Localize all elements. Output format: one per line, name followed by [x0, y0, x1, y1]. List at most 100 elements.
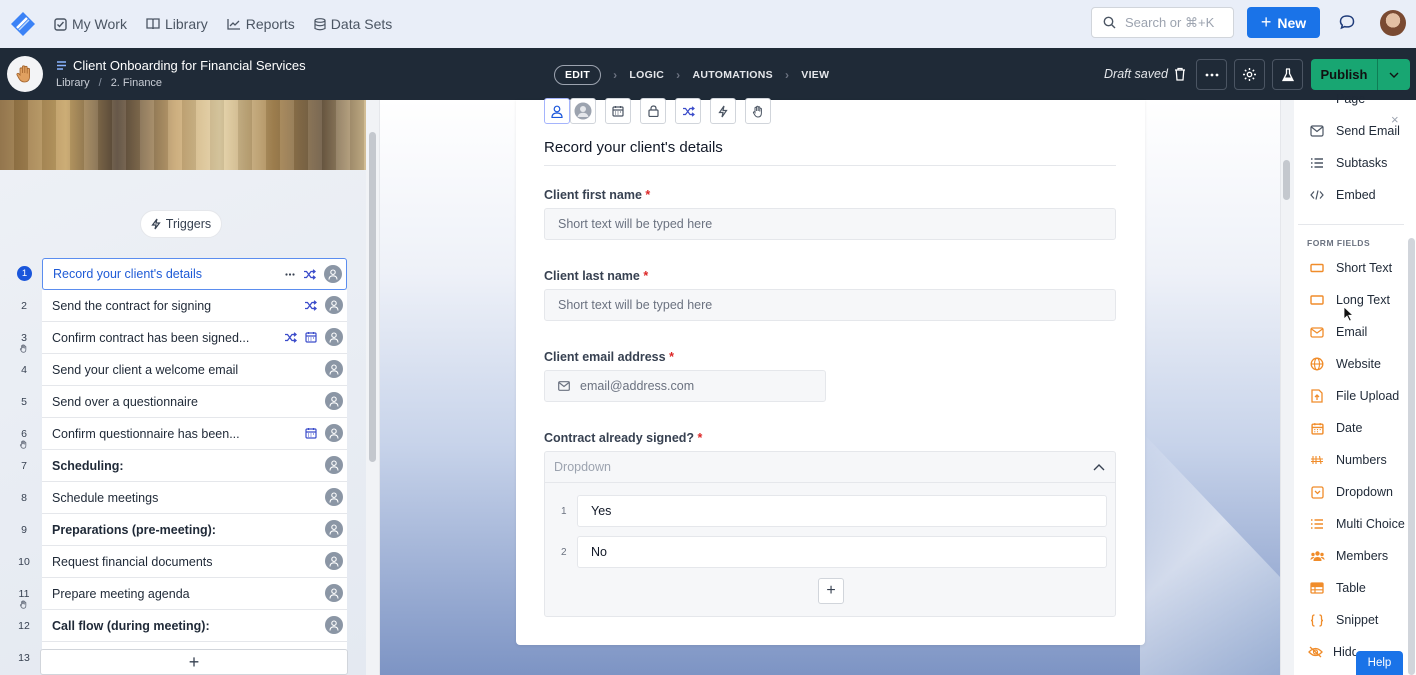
assignee-avatar[interactable]	[325, 584, 343, 602]
add-task-button[interactable]: +	[40, 649, 348, 675]
assignee-avatar[interactable]	[325, 552, 343, 570]
settings-button[interactable]	[1234, 59, 1265, 90]
task-row[interactable]: 5 Send over a questionnaire	[0, 386, 366, 418]
task-card[interactable]: Record your client's details	[42, 258, 347, 290]
task-row[interactable]: 2 Send the contract for signing	[0, 290, 366, 322]
task-row[interactable]: 7 Scheduling:	[0, 450, 366, 482]
search-input[interactable]: Search or ⌘+K	[1091, 7, 1234, 38]
first-name-input[interactable]: Short text will be typed here	[544, 208, 1116, 240]
task-card[interactable]: Scheduling:	[42, 450, 347, 482]
publish-button[interactable]: Publish	[1311, 59, 1410, 90]
field-label-contract[interactable]: Contract already signed? *	[544, 431, 702, 445]
task-row[interactable]: 10 Request financial documents	[0, 546, 366, 578]
widget-hidden[interactable]: Hidden	[1308, 643, 1356, 661]
field-label-first-name[interactable]: Client first name *	[544, 188, 650, 202]
widget-snippet[interactable]: Snippet	[1308, 611, 1378, 629]
task-card[interactable]: Call flow (during meeting):	[42, 610, 347, 642]
more-options-button[interactable]	[1196, 59, 1227, 90]
stop-task-button[interactable]	[745, 98, 771, 124]
breadcrumb-library[interactable]: Library	[56, 77, 90, 89]
assignee-avatar[interactable]	[325, 296, 343, 314]
assignee-avatar-button[interactable]	[570, 98, 596, 124]
widget-members[interactable]: Members	[1308, 547, 1388, 565]
app-logo-icon[interactable]	[10, 11, 36, 37]
assignee-avatar[interactable]	[325, 456, 343, 474]
due-date-button[interactable]	[605, 98, 631, 124]
option-input-yes[interactable]: Yes	[577, 495, 1107, 527]
widget-panel-scrollbar[interactable]	[1408, 238, 1415, 675]
tab-view[interactable]: VIEW	[801, 69, 829, 81]
new-button[interactable]: + New	[1247, 7, 1320, 38]
task-card[interactable]: Request financial documents	[42, 546, 347, 578]
email-input[interactable]: email@address.com	[544, 370, 826, 402]
tab-automations[interactable]: AUTOMATIONS	[692, 69, 773, 81]
left-scrollbar[interactable]	[369, 132, 376, 462]
chat-icon[interactable]	[1338, 13, 1356, 36]
task-row[interactable]: 9 Preparations (pre-meeting):	[0, 514, 366, 546]
breadcrumb-folder[interactable]: 2. Finance	[111, 77, 162, 89]
assignee-avatar[interactable]	[325, 424, 343, 442]
widget-subtasks[interactable]: Subtasks	[1308, 154, 1387, 172]
task-row[interactable]: 4 Send your client a welcome email	[0, 354, 366, 386]
widget-date[interactable]: Date	[1308, 419, 1362, 437]
canvas-scrollbar[interactable]	[1283, 160, 1290, 200]
conditional-logic-button[interactable]	[675, 98, 701, 124]
task-row[interactable]: 3 Confirm contract has been signed...	[0, 322, 366, 354]
publish-dropdown-button[interactable]	[1377, 59, 1410, 90]
widget-numbers[interactable]: Numbers	[1308, 451, 1387, 469]
automations-button[interactable]	[710, 98, 736, 124]
assignee-avatar[interactable]	[325, 328, 343, 346]
widget-website[interactable]: Website	[1308, 355, 1381, 373]
triggers-button[interactable]: Triggers	[140, 210, 222, 238]
dropdown-header[interactable]: Dropdown	[545, 452, 1115, 483]
widget-email[interactable]: Email	[1308, 323, 1367, 341]
task-row[interactable]: 6 Confirm questionnaire has been...	[0, 418, 366, 450]
task-card[interactable]: Send over a questionnaire	[42, 386, 347, 418]
nav-reports[interactable]: Reports	[227, 16, 295, 32]
assignee-avatar[interactable]	[324, 265, 342, 283]
ellipsis-icon[interactable]	[285, 272, 295, 276]
assignee-avatar[interactable]	[325, 520, 343, 538]
field-label-email[interactable]: Client email address *	[544, 350, 674, 364]
nav-data-sets[interactable]: Data Sets	[314, 16, 392, 32]
widget-send-email[interactable]: Send Email	[1308, 122, 1400, 140]
widget-embed[interactable]: Embed	[1308, 186, 1376, 204]
workflow-avatar[interactable]	[7, 56, 43, 92]
nav-library[interactable]: Library	[146, 16, 208, 32]
task-card[interactable]: Confirm questionnaire has been...	[42, 418, 347, 450]
widget-multi-choice[interactable]: Multi Choice	[1308, 515, 1405, 533]
assignee-avatar[interactable]	[325, 488, 343, 506]
field-label-last-name[interactable]: Client last name *	[544, 269, 648, 283]
assign-button[interactable]	[544, 98, 570, 124]
task-card[interactable]: Send the contract for signing	[42, 290, 347, 322]
task-card[interactable]: Send your client a welcome email	[42, 354, 347, 386]
task-card[interactable]: Confirm contract has been signed...	[42, 322, 347, 354]
add-option-button[interactable]: +	[818, 578, 844, 604]
permissions-button[interactable]	[640, 98, 666, 124]
task-row[interactable]: 11 Prepare meeting agenda	[0, 578, 366, 610]
widget-table[interactable]: Table	[1308, 579, 1366, 597]
widget-short-text[interactable]: Short Text	[1308, 259, 1392, 277]
tab-edit[interactable]: EDIT	[554, 65, 602, 85]
task-card[interactable]: Prepare meeting agenda	[42, 578, 347, 610]
widget-page[interactable]: Page	[1308, 92, 1365, 106]
tab-logic[interactable]: LOGIC	[629, 69, 664, 81]
trash-icon[interactable]	[1174, 67, 1186, 86]
task-row[interactable]: 8 Schedule meetings	[0, 482, 366, 514]
user-avatar[interactable]	[1380, 10, 1406, 36]
widget-dropdown[interactable]: Dropdown	[1308, 483, 1393, 501]
chevron-up-icon[interactable]	[1093, 463, 1105, 471]
assignee-avatar[interactable]	[325, 392, 343, 410]
task-card[interactable]: Preparations (pre-meeting):	[42, 514, 347, 546]
nav-my-work[interactable]: My Work	[54, 16, 127, 32]
workflow-title[interactable]: Client Onboarding for Financial Services	[56, 58, 306, 73]
widget-file-upload[interactable]: File Upload	[1308, 387, 1399, 405]
task-title[interactable]: Record your client's details	[544, 139, 723, 156]
task-card[interactable]: Schedule meetings	[42, 482, 347, 514]
task-row[interactable]: 1 Record your client's details	[0, 258, 366, 290]
test-button[interactable]	[1272, 59, 1303, 90]
option-input-no[interactable]: No	[577, 536, 1107, 568]
last-name-input[interactable]: Short text will be typed here	[544, 289, 1116, 321]
assignee-avatar[interactable]	[325, 616, 343, 634]
help-button[interactable]: Help	[1356, 651, 1403, 675]
